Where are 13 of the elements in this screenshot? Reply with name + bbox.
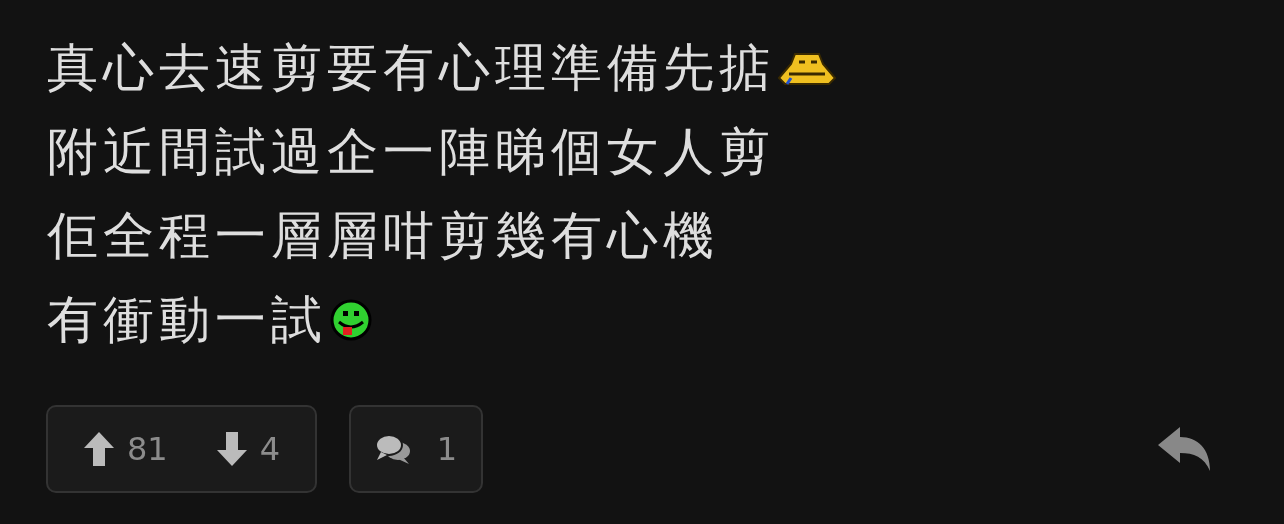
post-text-line: 真心去速剪要有心理準備先掂 xyxy=(47,38,775,98)
tongue-smiley-icon xyxy=(329,298,373,342)
comments-button[interactable]: 1 xyxy=(349,405,483,493)
post-text-line: 附近間試過企一陣睇個女人剪 xyxy=(47,122,775,182)
down-arrow-icon xyxy=(215,431,248,467)
post-text-line: 佢全程一層層咁剪幾有心機 xyxy=(47,206,719,266)
downvote-button[interactable]: 4 xyxy=(215,430,281,468)
reply-arrow-icon xyxy=(1158,427,1212,471)
post-text-line: 有衝動一試 xyxy=(47,290,327,350)
speech-bubbles-icon xyxy=(374,433,411,465)
reply-button[interactable] xyxy=(1158,427,1212,471)
up-arrow-icon xyxy=(82,431,115,467)
upvote-button[interactable]: 81 xyxy=(82,430,168,468)
